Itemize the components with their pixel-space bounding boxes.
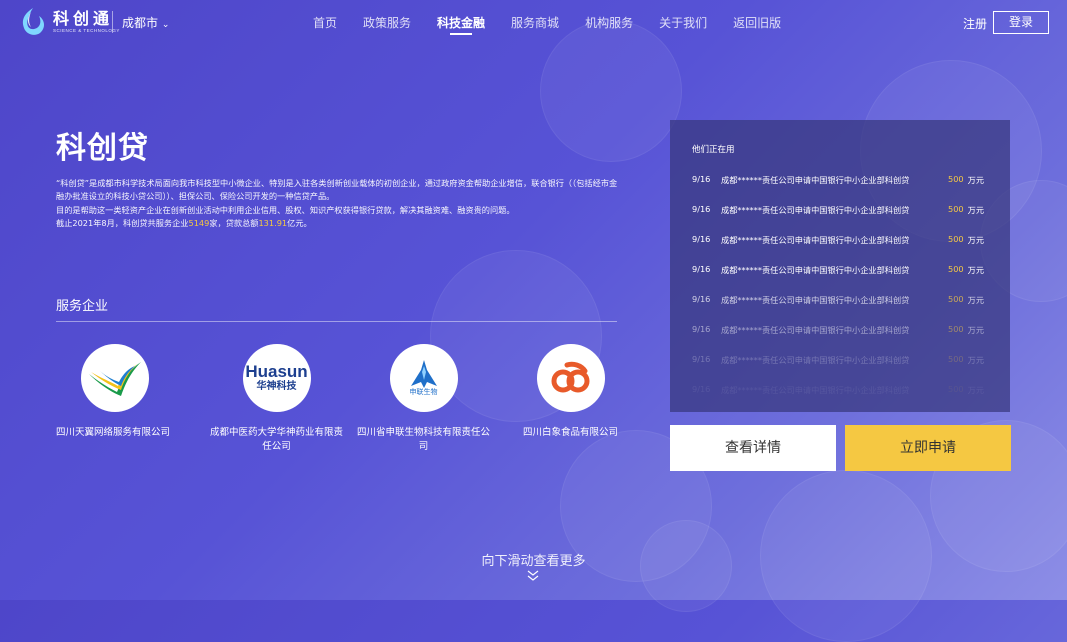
feed-unit: 万元 <box>967 385 985 395</box>
feed-amount: 500 <box>948 294 964 304</box>
feed-date: 9/16 <box>692 204 711 214</box>
tianyi-logo-icon <box>89 362 141 396</box>
company-card[interactable]: 申联生物 四川省申联生物科技有限责任公司 <box>350 344 497 454</box>
feed-row: 9/16 成都******责任公司申请中国银行中小企业部科创贷 500 万元 <box>692 384 992 396</box>
feed-row: 9/16 成都******责任公司申请中国银行中小企业部科创贷 500 万元 <box>692 174 992 186</box>
register-link[interactable]: 注册 <box>963 15 987 32</box>
loan-total: 131.91 <box>258 218 288 229</box>
panel-title: 他们正在用 <box>692 145 735 155</box>
company-card[interactable]: 四川天翼网络服务有限公司 <box>56 344 203 454</box>
stats-text: 截止2021年8月，科创贷共服务企业 <box>56 218 189 229</box>
feed-row: 9/16 成都******责任公司申请中国银行中小企业部科创贷 500 万元 <box>692 234 992 246</box>
company-name: 四川天翼网络服务有限公司 <box>56 427 171 438</box>
feed-row: 9/16 成都******责任公司申请中国银行中小企业部科创贷 500 万元 <box>692 294 992 306</box>
section-divider <box>56 321 617 322</box>
feed-text: 成都******责任公司申请中国银行中小企业部科创贷 <box>721 235 910 245</box>
feed-date: 9/16 <box>692 384 711 394</box>
feed-unit: 万元 <box>967 205 985 215</box>
feed-date: 9/16 <box>692 294 711 304</box>
feed-amount: 500 <box>948 384 964 394</box>
brand[interactable]: 科创通 SCIENCE & TECHNOLOGY <box>53 10 120 34</box>
huasun-logo-sub: 华神科技 <box>256 381 297 392</box>
shenlian-logo: 申联生物 <box>389 344 458 412</box>
logo-icon[interactable] <box>18 6 48 38</box>
tianyi-logo <box>81 344 149 412</box>
shenlian-logo-sub: 申联生物 <box>409 387 438 396</box>
company-card[interactable]: 四川白象食品有限公司 <box>497 344 644 454</box>
huasun-logo-text: Huasun <box>245 362 308 381</box>
feed-text: 成都******责任公司申请中国银行中小企业部科创贷 <box>721 295 910 305</box>
feed-text: 成都******责任公司申请中国银行中小企业部科创贷 <box>721 205 910 215</box>
brand-name: 科创通 <box>53 9 114 28</box>
feed-unit: 万元 <box>967 325 985 335</box>
baixiang-logo-icon <box>551 361 589 393</box>
brand-subtitle: SCIENCE & TECHNOLOGY <box>53 28 120 33</box>
feed-text: 成都******责任公司申请中国银行中小企业部科创贷 <box>721 355 910 365</box>
nav-old-version[interactable]: 返回旧版 <box>720 0 794 44</box>
feed-row: 9/16 成都******责任公司申请中国银行中小企业部科创贷 500 万元 <box>692 204 992 216</box>
view-details-button[interactable]: 查看详情 <box>670 425 836 471</box>
nav-home[interactable]: 首页 <box>300 0 350 44</box>
feed-date: 9/16 <box>692 234 711 244</box>
feed-date: 9/16 <box>692 324 711 334</box>
feed-amount: 500 <box>948 354 964 364</box>
login-button[interactable]: 登录 <box>993 11 1049 34</box>
scroll-hint[interactable]: 向下滑动查看更多 <box>0 550 1067 569</box>
feed-row: 9/16 成都******责任公司申请中国银行中小企业部科创贷 500 万元 <box>692 354 992 366</box>
page-title: 科创贷 <box>56 131 149 166</box>
company-count: 5149 <box>188 218 210 229</box>
feed-amount: 500 <box>948 234 964 244</box>
company-name: 成都中医药大学华神药业有限责任公司 <box>209 427 343 452</box>
nav-policy-services[interactable]: 政策服务 <box>350 0 424 44</box>
description-stats: 截止2021年8月，科创贷共服务企业5149家，贷款总额131.91亿元。 <box>56 217 621 230</box>
feed-amount: 500 <box>948 264 964 274</box>
feed-unit: 万元 <box>967 175 985 185</box>
feed-date: 9/16 <box>692 264 711 274</box>
nav-about-us[interactable]: 关于我们 <box>646 0 720 44</box>
double-chevron-down-icon[interactable] <box>526 569 540 583</box>
huasun-logo: Huasun 华神科技 <box>242 344 311 412</box>
company-name: 四川省申联生物科技有限责任公司 <box>356 427 490 452</box>
feed-amount: 500 <box>948 204 964 214</box>
company-list: 四川天翼网络服务有限公司 Huasun 华神科技 成都中医药大学华神药业有限责任… <box>56 344 644 454</box>
nav-institution-services[interactable]: 机构服务 <box>572 0 646 44</box>
product-description: “科创贷”是成都市科学技术局面向我市科技型中小微企业、特别是入驻各类创新创业载体… <box>56 177 621 231</box>
header-divider <box>112 11 113 33</box>
feed-unit: 万元 <box>967 355 985 365</box>
feed-row: 9/16 成都******责任公司申请中国银行中小企业部科创贷 500 万元 <box>692 264 992 276</box>
feed-text: 成都******责任公司申请中国银行中小企业部科创贷 <box>721 325 910 335</box>
feed-text: 成都******责任公司申请中国银行中小企业部科创贷 <box>721 265 910 275</box>
city-selector[interactable]: 成都市 ⌄ <box>122 14 169 31</box>
feed-date: 9/16 <box>692 174 711 184</box>
feed-text: 成都******责任公司申请中国银行中小企业部科创贷 <box>721 175 910 185</box>
feed-unit: 万元 <box>967 295 985 305</box>
description-paragraph: “科创贷”是成都市科学技术局面向我市科技型中小微企业、特别是入驻各类创新创业载体… <box>56 178 618 202</box>
feed-amount: 500 <box>948 174 964 184</box>
feed-text: 成都******责任公司申请中国银行中小企业部科创贷 <box>721 385 910 395</box>
chevron-down-icon: ⌄ <box>161 20 170 30</box>
feed-unit: 万元 <box>967 265 985 275</box>
company-name: 四川白象食品有限公司 <box>522 427 618 438</box>
feed-row: 9/16 成都******责任公司申请中国银行中小企业部科创贷 500 万元 <box>692 324 992 336</box>
top-nav-bar: 科创通 SCIENCE & TECHNOLOGY 成都市 ⌄ 首页 政策服务 科… <box>0 0 1067 44</box>
stats-text: 亿元。 <box>287 218 312 229</box>
feed-unit: 万元 <box>967 235 985 245</box>
nav-tech-finance[interactable]: 科技金融 <box>424 0 498 44</box>
company-card[interactable]: Huasun 华神科技 成都中医药大学华神药业有限责任公司 <box>203 344 350 454</box>
shenlian-logo-icon <box>410 359 437 388</box>
apply-now-button[interactable]: 立即申请 <box>845 425 1011 471</box>
feed-amount: 500 <box>948 324 964 334</box>
activity-feed-panel: 他们正在用 9/16 成都******责任公司申请中国银行中小企业部科创贷 500 万… <box>670 120 1010 412</box>
baixiang-logo <box>536 344 605 412</box>
nav-service-mall[interactable]: 服务商城 <box>498 0 572 44</box>
city-label: 成都市 <box>122 16 159 30</box>
feed-date: 9/16 <box>692 354 711 364</box>
main-nav: 首页 政策服务 科技金融 服务商城 机构服务 关于我们 返回旧版 <box>300 0 794 44</box>
description-paragraph: 目的是帮助这一类轻资产企业在创新创业活动中利用企业信用、股权、知识产权获得银行贷… <box>56 204 515 215</box>
section-title: 服务企业 <box>56 299 109 314</box>
stats-text: 家，贷款总额 <box>209 218 259 229</box>
